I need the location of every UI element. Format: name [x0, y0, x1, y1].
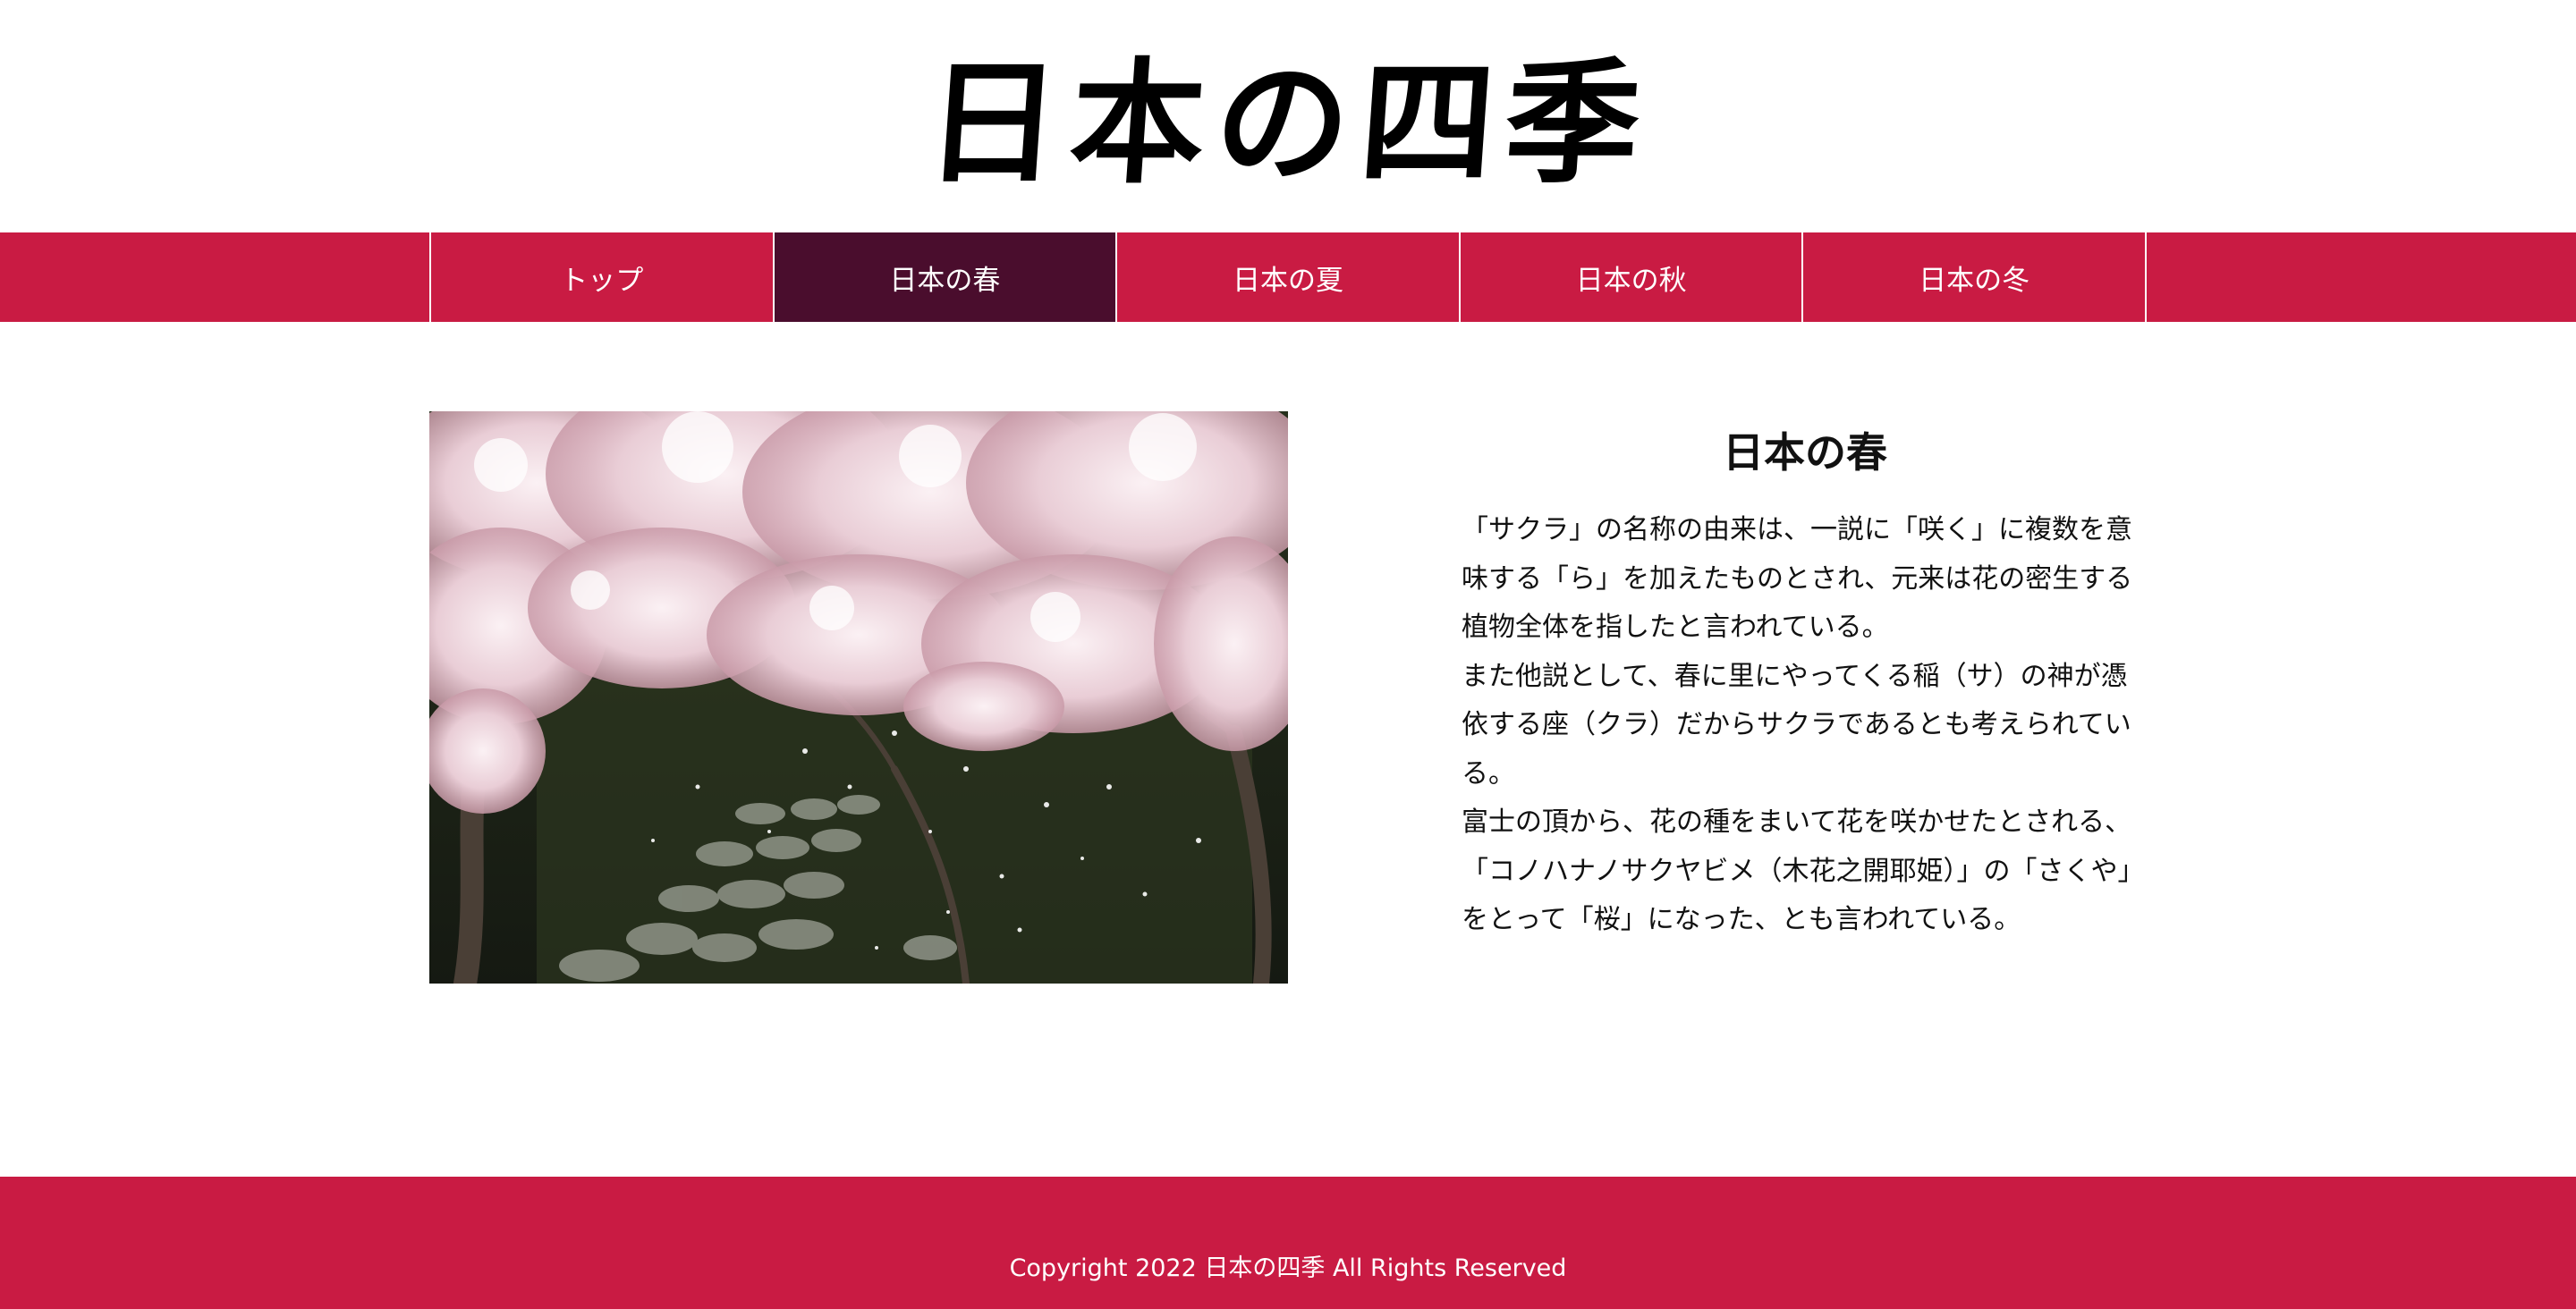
- main-nav: トップ 日本の春 日本の夏 日本の秋 日本の冬: [0, 232, 2576, 322]
- nav-item-winter[interactable]: 日本の冬: [1803, 232, 2145, 322]
- article-paragraph: また他説として、春に里にやってくる稲（サ）の神が憑依する座（クラ）だからサクラで…: [1462, 660, 2131, 790]
- nav-list: トップ 日本の春 日本の夏 日本の秋 日本の冬: [429, 232, 2147, 322]
- site-logo[interactable]: 日本の四季: [920, 45, 1656, 202]
- site-footer: Copyright 2022 日本の四季 All Rights Reserved: [0, 1177, 2576, 1309]
- article-title: 日本の春: [1723, 428, 1887, 477]
- nav-item-spring[interactable]: 日本の春: [774, 232, 1118, 322]
- article-paragraph: 「サクラ」の名称の由来は、一説に「咲く」に複数を意味する「ら」を加えたものとされ…: [1462, 514, 2133, 643]
- spring-article: 日本の春 「サクラ」の名称の由来は、一説に「咲く」に複数を意味する「ら」を加えた…: [1462, 411, 2148, 945]
- nav-item-top[interactable]: トップ: [431, 232, 775, 322]
- article-paragraph: 富士の頂から、花の種をまいて花を咲かせたとされる、「コノハナノサクヤビメ（木花之…: [1462, 807, 2145, 935]
- nav-item-summer[interactable]: 日本の夏: [1117, 232, 1461, 322]
- cherry-blossom-photo: [429, 411, 1288, 984]
- article-body: 「サクラ」の名称の由来は、一説に「咲く」に複数を意味する「ら」を加えたものとされ…: [1462, 506, 2148, 945]
- site-header: 日本の四季: [0, 0, 2576, 232]
- nav-item-autumn[interactable]: 日本の秋: [1461, 232, 1804, 322]
- copyright-text: Copyright 2022 日本の四季 All Rights Reserved: [1009, 1254, 1567, 1282]
